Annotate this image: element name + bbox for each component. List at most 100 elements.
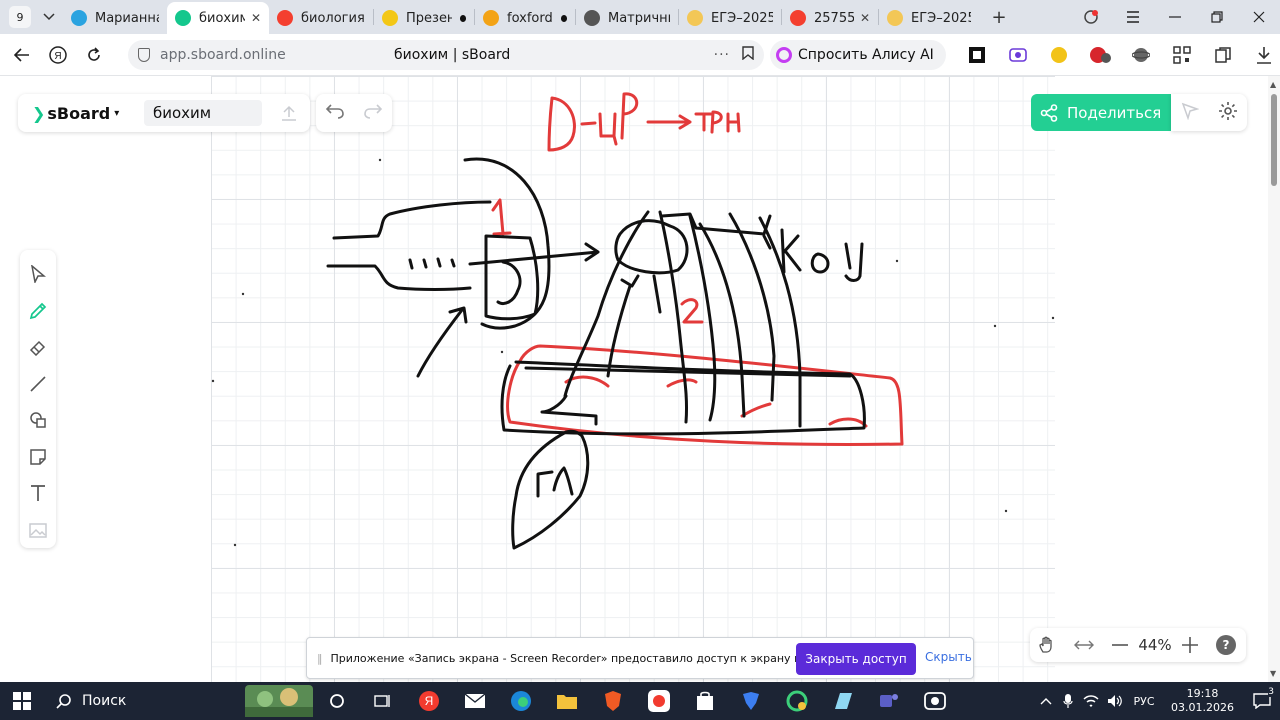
profile-icon[interactable] (1070, 9, 1112, 25)
board-name-field[interactable]: биохим (144, 100, 262, 126)
ink-title-ts (598, 112, 618, 146)
fit-width-icon[interactable] (1064, 639, 1104, 651)
close-tab-icon[interactable]: ✕ (251, 11, 261, 25)
taskbar-search[interactable]: Поиск (44, 682, 240, 720)
help-button[interactable]: ? (1206, 635, 1246, 655)
volume-icon[interactable] (1103, 694, 1127, 708)
tab-9[interactable]: ЕГЭ–2025. (879, 4, 979, 32)
close-window-icon[interactable] (1238, 11, 1280, 23)
vpn-icon[interactable] (1120, 46, 1161, 64)
tab-6[interactable]: Матричны (576, 4, 678, 32)
edge-icon[interactable] (498, 682, 544, 720)
download-icon[interactable] (1243, 46, 1280, 64)
brave-icon[interactable] (590, 682, 636, 720)
page-scrollbar[interactable]: ▲ ▼ (1268, 76, 1280, 682)
restore-icon[interactable] (1196, 11, 1238, 23)
line-tool-icon[interactable] (20, 366, 56, 403)
notifications-icon[interactable]: 3 (1244, 687, 1280, 709)
image-tool-icon[interactable] (20, 512, 56, 549)
app-note-icon[interactable] (820, 682, 866, 720)
sboard-logo[interactable]: ❯ sBoard ▾ (32, 104, 119, 123)
recorder-icon[interactable] (997, 47, 1038, 63)
tab-3[interactable]: биология (269, 4, 373, 32)
drag-handle-icon[interactable]: ‖ (317, 652, 323, 665)
url-field[interactable]: app.sboard.online биохим | sBoard ··· (128, 40, 764, 70)
hide-notice-link[interactable]: Скрыть (925, 650, 972, 664)
page-title: биохим | sBoard (394, 47, 511, 63)
adblock-icon[interactable] (1079, 46, 1120, 64)
microphone-icon[interactable] (1057, 693, 1079, 709)
tab-8[interactable]: 25755 ✕ (782, 4, 878, 32)
ege-icon (887, 10, 903, 26)
zoom-out-icon[interactable] (1104, 644, 1136, 646)
tab-counter[interactable]: 9 (9, 6, 31, 28)
yandex-music-icon[interactable] (636, 682, 682, 720)
ink-complex-arrow (606, 274, 640, 378)
tab-1[interactable]: Марианна (63, 4, 167, 32)
zoom-in-icon[interactable] (1174, 637, 1206, 653)
qr-square-icon[interactable] (956, 46, 997, 64)
zoom-level[interactable]: 44% (1136, 636, 1174, 654)
undo-icon[interactable] (325, 103, 345, 124)
tab-4[interactable]: Презен (374, 4, 474, 32)
weather-widget-icon[interactable] (244, 682, 314, 720)
unsaved-dot-icon (560, 14, 567, 22)
yandex-home-icon[interactable]: Я (40, 39, 76, 71)
tab-5[interactable]: foxford. (475, 4, 575, 32)
whiteboard-canvas[interactable]: ❯ sBoard ▾ биохим Поделиться 44% ? (0, 76, 1268, 682)
ink-title-arrow (646, 114, 692, 130)
tab-7[interactable]: ЕГЭ–2025. (679, 4, 781, 32)
hand-drawing[interactable] (0, 76, 1268, 682)
collections-icon[interactable] (1202, 46, 1243, 64)
tab-2[interactable]: биохим ✕ (167, 2, 269, 34)
close-tab-icon[interactable]: ✕ (860, 11, 870, 25)
scroll-thumb[interactable] (1271, 94, 1277, 186)
redo-icon[interactable] (363, 103, 383, 124)
windows-start-icon[interactable] (0, 682, 44, 720)
pen-tool-icon[interactable] (20, 293, 56, 330)
eraser-tool-icon[interactable] (20, 329, 56, 366)
tray-chevron-icon[interactable] (1035, 697, 1057, 705)
clock[interactable]: 19:18 03.01.2026 (1171, 687, 1234, 715)
minimize-icon[interactable] (1154, 16, 1196, 18)
reload-icon[interactable] (76, 39, 112, 71)
task-view-icon[interactable] (360, 682, 406, 720)
tab-title: Марианна (95, 10, 159, 26)
more-icon[interactable]: ··· (714, 47, 730, 63)
hand-tool-icon[interactable] (1030, 636, 1064, 654)
yandex-browser-icon[interactable]: Я (406, 682, 452, 720)
input-language[interactable]: РУС (1127, 695, 1161, 708)
cortana-icon[interactable] (314, 682, 360, 720)
qr-code-icon[interactable] (1161, 46, 1202, 64)
text-tool-icon[interactable] (20, 475, 56, 512)
store-icon[interactable] (682, 682, 728, 720)
notification-count: 3 (1268, 687, 1274, 697)
taskbar-apps: Я (244, 682, 958, 720)
stop-sharing-button[interactable]: Закрыть доступ (796, 643, 916, 675)
network-icon[interactable] (1079, 694, 1103, 708)
shapes-tool-icon[interactable] (20, 402, 56, 439)
scroll-down-icon[interactable]: ▼ (1270, 669, 1276, 678)
coin-icon[interactable] (1038, 46, 1079, 64)
shield-icon[interactable] (138, 48, 150, 62)
share-button[interactable]: Поделиться (1031, 94, 1171, 131)
ink-label-1 (491, 198, 512, 236)
new-tab-button[interactable]: + (985, 3, 1013, 31)
chevron-down-icon[interactable] (35, 3, 63, 31)
app-blue-icon[interactable] (728, 682, 774, 720)
scroll-up-icon[interactable]: ▲ (1270, 80, 1276, 89)
menu-icon[interactable] (1112, 11, 1154, 23)
teams-icon[interactable] (866, 682, 912, 720)
select-tool-icon[interactable] (20, 256, 56, 293)
file-explorer-icon[interactable] (544, 682, 590, 720)
alice-button[interactable]: Спросить Алису AI (770, 40, 946, 70)
app-green-icon[interactable] (774, 682, 820, 720)
sticky-note-tool-icon[interactable] (20, 439, 56, 476)
mail-icon[interactable] (452, 682, 498, 720)
upload-icon[interactable] (278, 102, 300, 124)
bookmark-icon[interactable] (742, 46, 754, 64)
recorder-app-icon[interactable] (912, 682, 958, 720)
back-icon[interactable] (4, 39, 40, 71)
presentation-cursor-icon[interactable] (1181, 102, 1199, 124)
settings-gear-icon[interactable] (1218, 101, 1238, 125)
